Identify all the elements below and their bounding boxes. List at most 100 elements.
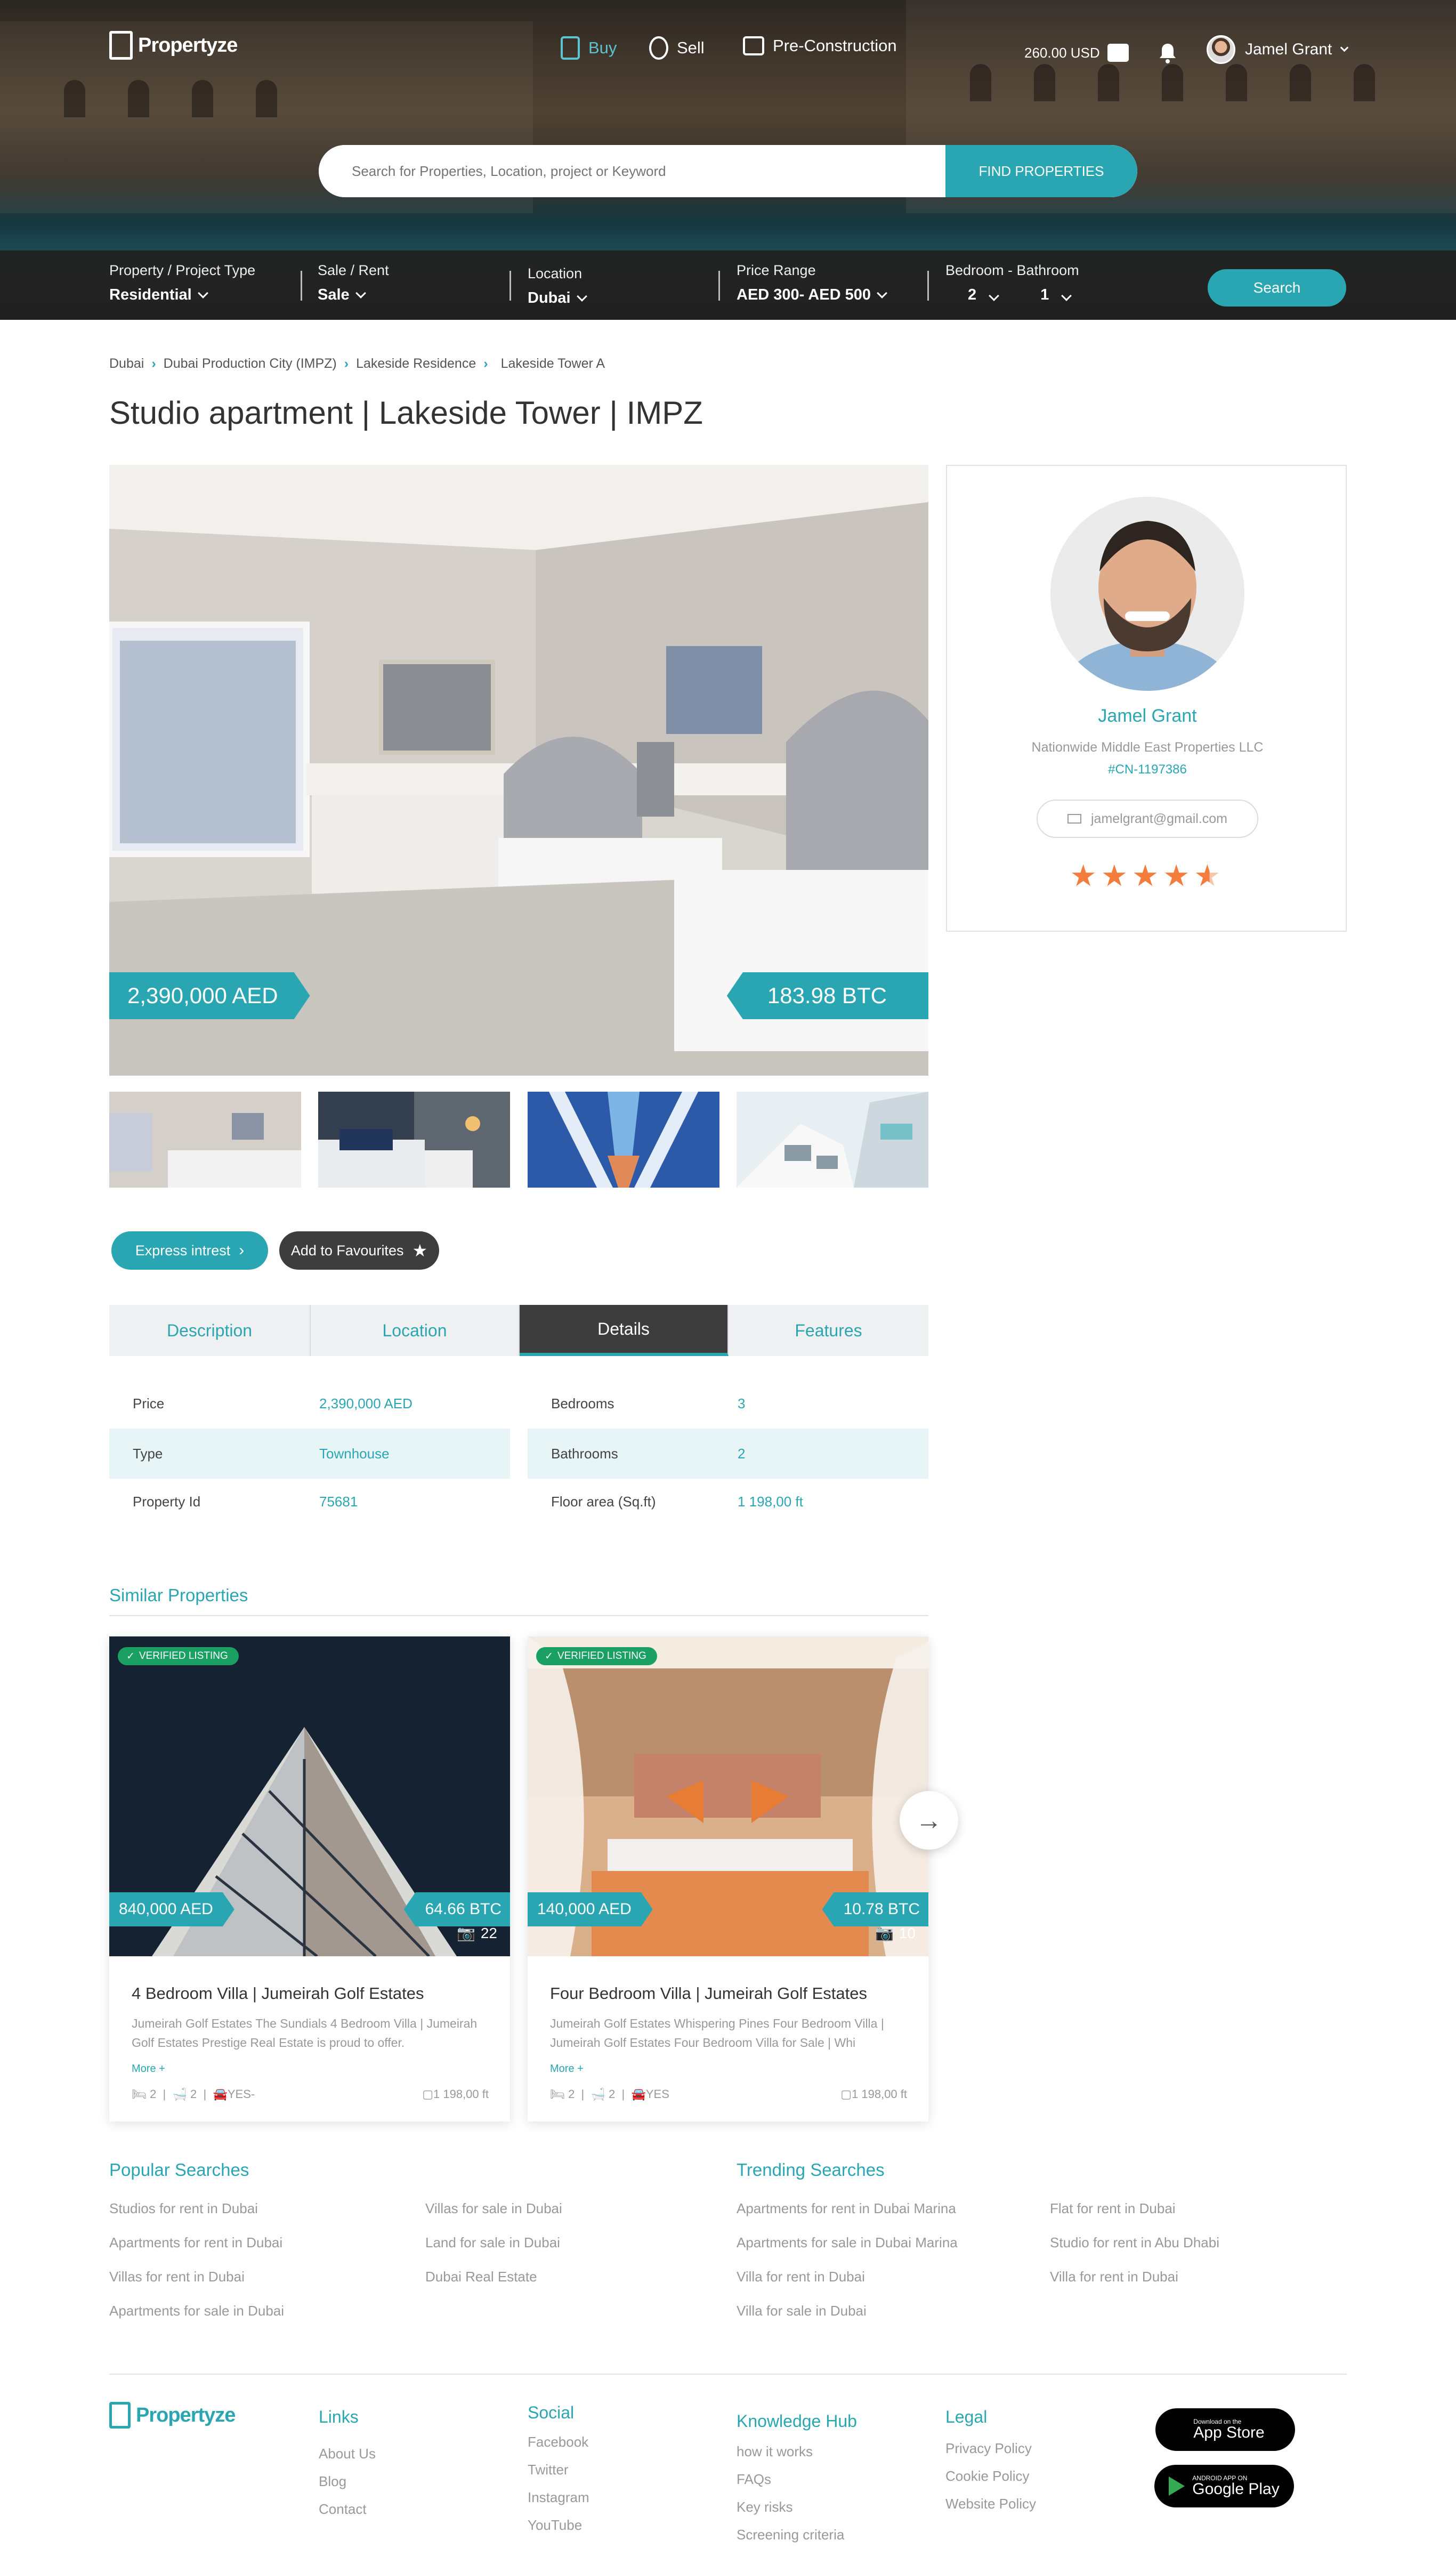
card-description: Jumeirah Golf Estates The Sundials 4 Bed… bbox=[132, 2016, 478, 2050]
footer-link[interactable]: Twitter bbox=[528, 2462, 569, 2478]
trending-search-link[interactable]: Villa for rent in Dubai bbox=[737, 2269, 865, 2285]
find-properties-button[interactable]: FIND PROPERTIES bbox=[945, 145, 1137, 197]
footer-link[interactable]: FAQs bbox=[737, 2471, 771, 2488]
filter-divider bbox=[509, 271, 511, 301]
popular-search-link[interactable]: Villas for sale in Dubai bbox=[425, 2200, 562, 2217]
house-logo-icon bbox=[109, 31, 133, 60]
filter-price-range[interactable]: Price Range AED 300- AED 500 bbox=[737, 262, 887, 304]
popular-search-link[interactable]: Land for sale in Dubai bbox=[425, 2235, 560, 2251]
footer-link[interactable]: Blog bbox=[319, 2473, 346, 2490]
footer-link[interactable]: Cookie Policy bbox=[945, 2468, 1030, 2485]
agent-name[interactable]: Jamel Grant bbox=[947, 706, 1348, 727]
express-interest-button[interactable]: Express intrest › bbox=[111, 1231, 268, 1270]
add-to-favourites-button[interactable]: Add to Favourites ★ bbox=[279, 1231, 439, 1270]
footer-links-title: Links bbox=[319, 2407, 359, 2426]
footer-link[interactable]: Contact bbox=[319, 2501, 367, 2518]
trending-search-link[interactable]: Apartments for sale in Dubai Marina bbox=[737, 2235, 958, 2251]
trending-search-link[interactable]: Villa for rent in Dubai bbox=[1050, 2269, 1178, 2285]
filter-sale-rent[interactable]: Sale / Rent Sale bbox=[318, 262, 389, 304]
search-input[interactable] bbox=[319, 145, 948, 197]
tab-details[interactable]: Details bbox=[520, 1305, 729, 1356]
tab-location[interactable]: Location bbox=[311, 1305, 520, 1356]
nav-buy[interactable]: Buy bbox=[561, 36, 617, 60]
trending-search-link[interactable]: Villa for sale in Dubai bbox=[737, 2303, 867, 2319]
play-store-icon bbox=[1169, 2477, 1185, 2496]
breadcrumb-item[interactable]: Lakeside Tower A bbox=[501, 356, 605, 372]
agent-email-button[interactable]: jamelgrant@gmail.com bbox=[1037, 800, 1258, 838]
filter-property-type[interactable]: Property / Project Type Residential bbox=[109, 262, 255, 304]
filter-divider bbox=[301, 271, 302, 301]
user-menu[interactable]: Jamel Grant bbox=[1207, 35, 1349, 64]
chevron-right-icon: › bbox=[344, 356, 349, 371]
blueprint-icon bbox=[743, 36, 764, 55]
trending-search-link[interactable]: Apartments for rent in Dubai Marina bbox=[737, 2200, 956, 2217]
card-price-aed: 840,000 AED bbox=[109, 1892, 234, 1926]
property-card[interactable]: ✓ VERIFIED LISTING 140,000 AED 10.78 BTC … bbox=[528, 1636, 928, 2122]
carousel-next-arrow-icon[interactable]: → bbox=[900, 1791, 958, 1850]
bell-icon[interactable] bbox=[1158, 42, 1178, 67]
footer-link[interactable]: About Us bbox=[319, 2446, 376, 2462]
card-price-btc: 10.78 BTC bbox=[822, 1892, 928, 1926]
card-title[interactable]: 4 Bedroom Villa | Jumeirah Golf Estates bbox=[132, 1984, 424, 2003]
bathroom-select[interactable]: 1 bbox=[1040, 286, 1072, 304]
footer-link[interactable]: Facebook bbox=[528, 2434, 588, 2450]
camera-icon: 📷 bbox=[456, 1925, 475, 1941]
popular-search-link[interactable]: Dubai Real Estate bbox=[425, 2269, 537, 2285]
filter-search-button[interactable]: Search bbox=[1208, 269, 1346, 306]
trending-search-link[interactable]: Studio for rent in Abu Dhabi bbox=[1050, 2235, 1219, 2251]
google-play-button[interactable]: ANDROID APP ON Google Play bbox=[1154, 2465, 1294, 2507]
popular-search-link[interactable]: Apartments for rent in Dubai bbox=[109, 2235, 282, 2251]
popular-searches-title: Popular Searches bbox=[109, 2160, 249, 2180]
footer-link[interactable]: Privacy Policy bbox=[945, 2440, 1032, 2457]
card-price-aed: 140,000 AED bbox=[528, 1892, 653, 1926]
footer-link[interactable]: YouTube bbox=[528, 2517, 582, 2534]
thumbnail[interactable] bbox=[318, 1092, 510, 1188]
more-link[interactable]: More + bbox=[550, 2063, 584, 2075]
tab-features[interactable]: Features bbox=[729, 1305, 928, 1356]
nav-pre-construction[interactable]: Pre-Construction bbox=[743, 36, 897, 55]
footer-link[interactable]: Instagram bbox=[528, 2489, 589, 2506]
more-link[interactable]: More + bbox=[132, 2063, 165, 2075]
agent-id: #CN-1197386 bbox=[1108, 762, 1187, 777]
breadcrumb: Dubai › Dubai Production City (IMPZ) › Lak… bbox=[109, 356, 605, 372]
thumbnail[interactable] bbox=[528, 1092, 719, 1188]
thumbnail[interactable] bbox=[109, 1092, 301, 1188]
filter-location[interactable]: Location Dubai bbox=[528, 265, 587, 307]
breadcrumb-item[interactable]: Lakeside Residence bbox=[356, 356, 476, 372]
popular-search-link[interactable]: Villas for rent in Dubai bbox=[109, 2269, 245, 2285]
bedroom-select[interactable]: 2 bbox=[968, 286, 1000, 304]
footer-link[interactable]: Key risks bbox=[737, 2499, 792, 2515]
popular-search-link[interactable]: Apartments for sale in Dubai bbox=[109, 2303, 284, 2319]
filter-divider bbox=[718, 271, 720, 301]
wallet-balance[interactable]: 260.00 USD bbox=[1024, 44, 1129, 62]
property-card[interactable]: ✓ VERIFIED LISTING 840,000 AED 64.66 BTC … bbox=[109, 1636, 510, 2122]
chevron-down-icon bbox=[355, 287, 366, 299]
photo-count: 📷 10 bbox=[875, 1924, 916, 1942]
check-icon: ✓ bbox=[545, 1650, 553, 1662]
footer-link[interactable]: how it works bbox=[737, 2443, 813, 2460]
header-logo[interactable]: Propertyze bbox=[109, 31, 238, 60]
card-title[interactable]: Four Bedroom Villa | Jumeirah Golf Estat… bbox=[550, 1984, 867, 2003]
footer-knowledge-title: Knowledge Hub bbox=[737, 2411, 857, 2431]
card-meta: 🛏 2 | 🛁 2 | 🚘 YES- ▢ 1 198,00 ft bbox=[132, 2087, 489, 2101]
tab-description[interactable]: Description bbox=[109, 1305, 311, 1356]
price-btc-tag: 183.98 BTC bbox=[726, 972, 928, 1019]
footer-logo[interactable]: Propertyze bbox=[109, 2402, 236, 2429]
breadcrumb-item[interactable]: Dubai Production City (IMPZ) bbox=[164, 356, 337, 372]
main-listing-photo[interactable]: 2,390,000 AED 183.98 BTC bbox=[109, 465, 928, 1076]
bedroom-thumbnail-photo bbox=[109, 1092, 301, 1188]
footer-link[interactable]: Website Policy bbox=[945, 2496, 1036, 2512]
breadcrumb-item[interactable]: Dubai bbox=[109, 356, 144, 372]
thumbnail[interactable] bbox=[737, 1092, 928, 1188]
footer-link[interactable]: Screening criteria bbox=[737, 2527, 844, 2543]
app-store-button[interactable]: Download on the App Store bbox=[1155, 2408, 1295, 2451]
popular-search-link[interactable]: Studios for rent in Dubai bbox=[109, 2200, 258, 2217]
trending-search-link[interactable]: Flat for rent in Dubai bbox=[1050, 2200, 1176, 2217]
photo-count: 📷 22 bbox=[456, 1924, 497, 1942]
detail-row-type: Type Townhouse bbox=[109, 1429, 510, 1479]
chevron-down-icon bbox=[197, 287, 208, 299]
nav-sell[interactable]: Sell bbox=[649, 36, 705, 60]
agent-rating: ★★★★★ bbox=[947, 858, 1348, 893]
detail-row-property-id: Property Id 75681 bbox=[133, 1493, 358, 1510]
verified-badge: ✓ VERIFIED LISTING bbox=[536, 1647, 657, 1665]
